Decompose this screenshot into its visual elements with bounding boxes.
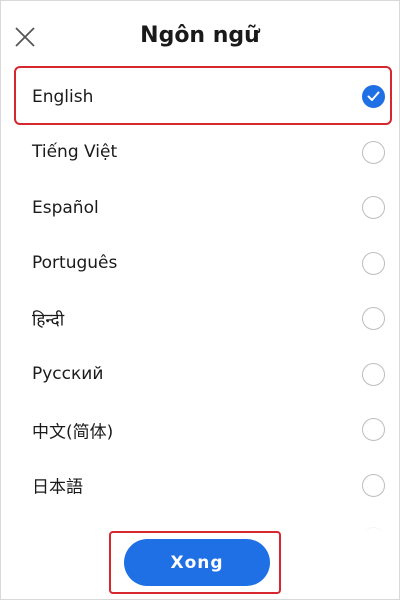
language-item-hindi[interactable]: हिन्दी: [1, 291, 399, 347]
radio-unchecked[interactable]: [362, 307, 385, 331]
radio-unchecked[interactable]: [362, 251, 385, 275]
language-label: 日本語: [32, 477, 83, 498]
language-item-portuguese[interactable]: Português: [1, 236, 399, 292]
language-item-english[interactable]: English: [1, 69, 399, 125]
language-label: English: [32, 86, 94, 107]
radio-unchecked[interactable]: [362, 196, 385, 220]
language-label: Русский: [32, 364, 104, 385]
language-item-russian[interactable]: Русский: [1, 347, 399, 403]
language-item-vietnamese[interactable]: Tiếng Việt: [1, 125, 399, 181]
done-button[interactable]: Xong: [124, 539, 270, 586]
language-item-spanish[interactable]: Español: [1, 180, 399, 236]
checkmark-icon: [367, 91, 380, 102]
radio-unchecked[interactable]: [362, 362, 385, 386]
header: Ngôn ngữ: [1, 1, 399, 71]
language-label: Tiếng Việt: [32, 142, 118, 163]
radio-unchecked[interactable]: [362, 473, 385, 497]
page-title: Ngôn ngữ: [140, 23, 260, 48]
radio-unchecked[interactable]: [362, 418, 385, 442]
language-label: हिन्दी: [32, 310, 65, 331]
language-list: English Tiếng Việt Español Português हिन…: [1, 69, 399, 513]
language-item-chinese-simplified[interactable]: 中文(简体): [1, 402, 399, 458]
language-label: Português: [32, 253, 118, 274]
radio-checked[interactable]: [362, 85, 385, 109]
radio-unchecked[interactable]: [362, 140, 385, 164]
language-label: 中文(简体): [32, 422, 114, 443]
language-screen: Ngôn ngữ English Tiếng Việt Español Port…: [0, 0, 400, 600]
language-label: Español: [32, 197, 99, 218]
